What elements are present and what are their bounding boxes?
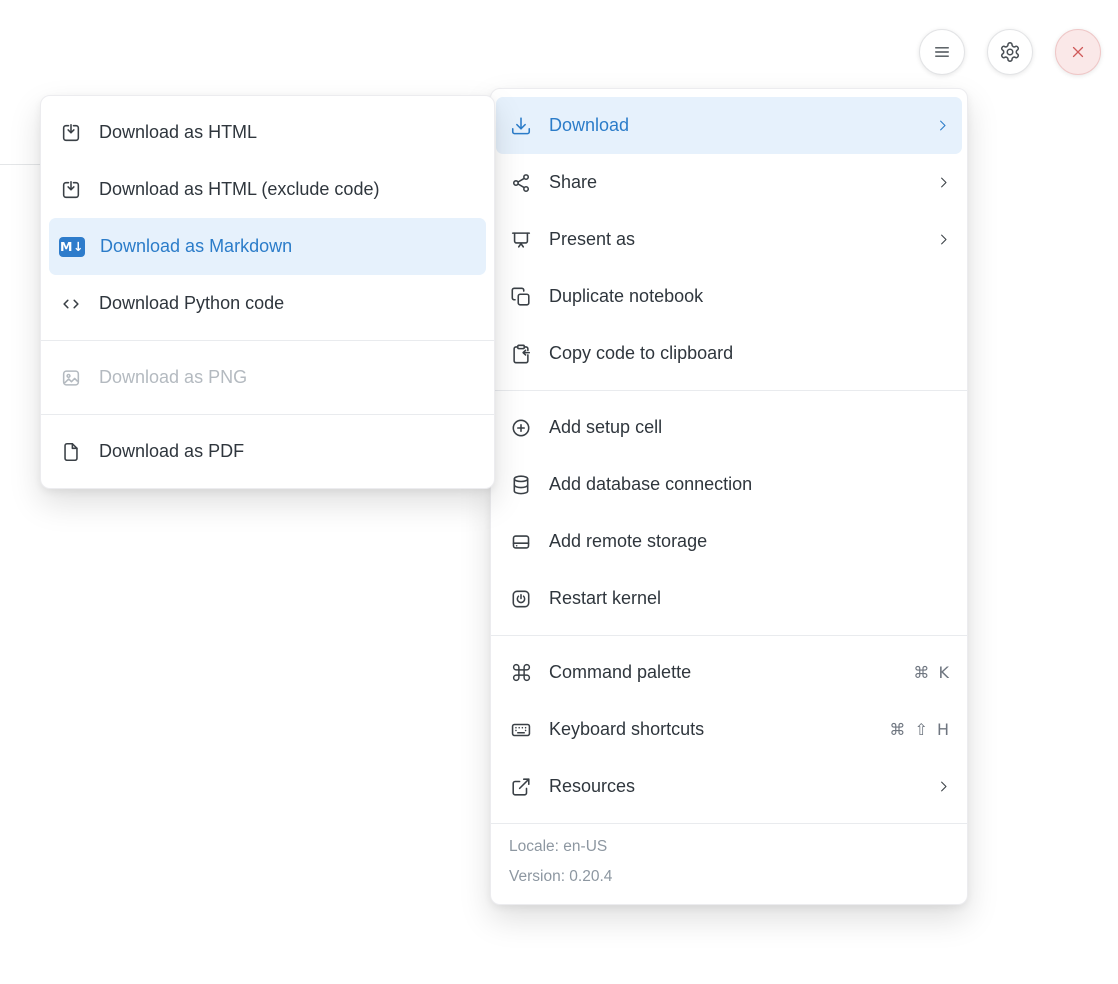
power-icon (508, 588, 534, 610)
page-divider (0, 164, 40, 165)
close-x-icon (1069, 43, 1087, 61)
menu-separator (491, 635, 967, 636)
shutdown-button[interactable] (1055, 29, 1101, 75)
menu-separator (41, 340, 494, 341)
box-download-icon (58, 179, 84, 201)
menu-footer: Locale: en-US Version: 0.20.4 (491, 824, 967, 904)
menu-item-label: Add remote storage (549, 531, 951, 552)
external-link-icon (508, 776, 534, 798)
image-icon (58, 367, 84, 389)
code-icon (58, 293, 84, 315)
gear-icon (999, 41, 1021, 63)
command-icon (508, 662, 534, 683)
submenu-item-download-as-png[interactable]: Download as PNG (41, 349, 494, 406)
markdown-badge: M↓ (59, 237, 85, 257)
chevron-right-icon (936, 232, 951, 247)
chevron-right-icon (935, 118, 950, 133)
chevron-right-icon (936, 779, 951, 794)
markdown-icon: M↓ (59, 237, 85, 257)
box-download-icon (58, 122, 84, 144)
menu-item-restart-kernel[interactable]: Restart kernel (491, 570, 967, 627)
menu-item-label: Resources (549, 776, 921, 797)
submenu-item-label: Download Python code (99, 293, 478, 314)
menu-item-label: Duplicate notebook (549, 286, 951, 307)
download-icon (508, 115, 534, 137)
menu-item-keyboard-shortcuts[interactable]: Keyboard shortcuts ⌘ ⇧ H (491, 701, 967, 758)
shortcut-hint: ⌘ K (913, 663, 951, 682)
submenu-item-label: Download as HTML (exclude code) (99, 179, 478, 200)
menu-item-label: Command palette (549, 662, 898, 683)
plus-circle-icon (508, 417, 534, 439)
duplicate-icon (508, 286, 534, 308)
submenu-item-label: Download as Markdown (100, 236, 476, 257)
menu-item-add-remote-storage[interactable]: Add remote storage (491, 513, 967, 570)
submenu-item-download-as-html-exclude-code[interactable]: Download as HTML (exclude code) (41, 161, 494, 218)
menu-item-present-as[interactable]: Present as (491, 211, 967, 268)
menu-item-label: Add setup cell (549, 417, 951, 438)
menu-item-label: Download (549, 115, 920, 136)
submenu-item-label: Download as PNG (99, 367, 478, 388)
settings-button[interactable] (987, 29, 1033, 75)
locale-text: Locale: en-US (509, 832, 949, 862)
chevron-right-icon (936, 175, 951, 190)
submenu-item-label: Download as HTML (99, 122, 478, 143)
menu-separator (491, 390, 967, 391)
share-icon (508, 172, 534, 194)
menu-item-duplicate-notebook[interactable]: Duplicate notebook (491, 268, 967, 325)
menu-item-add-database-connection[interactable]: Add database connection (491, 456, 967, 513)
version-text: Version: 0.20.4 (509, 862, 949, 892)
menu-item-label: Restart kernel (549, 588, 951, 609)
menu-item-command-palette[interactable]: Command palette ⌘ K (491, 644, 967, 701)
menu-item-label: Share (549, 172, 921, 193)
submenu-item-download-as-html[interactable]: Download as HTML (41, 104, 494, 161)
menu-item-share[interactable]: Share (491, 154, 967, 211)
submenu-item-download-python-code[interactable]: Download Python code (41, 275, 494, 332)
keyboard-icon (508, 719, 534, 741)
file-icon (58, 441, 84, 463)
menu-item-resources[interactable]: Resources (491, 758, 967, 815)
download-submenu: Download as HTML Download as HTML (exclu… (40, 95, 495, 489)
menu-item-add-setup-cell[interactable]: Add setup cell (491, 399, 967, 456)
submenu-item-download-as-pdf[interactable]: Download as PDF (41, 423, 494, 480)
menu-item-label: Add database connection (549, 474, 951, 495)
notebook-menu-button[interactable] (919, 29, 965, 75)
hard-drive-icon (508, 531, 534, 553)
presentation-icon (508, 229, 534, 251)
database-icon (508, 474, 534, 496)
menu-item-download[interactable]: Download (496, 97, 962, 154)
hamburger-menu-icon (932, 42, 952, 62)
notebook-actions-menu: Download Share Present as Duplicate note… (490, 88, 968, 905)
clipboard-copy-icon (508, 343, 534, 365)
menu-item-label: Copy code to clipboard (549, 343, 951, 364)
menu-item-copy-code[interactable]: Copy code to clipboard (491, 325, 967, 382)
menu-separator (41, 414, 494, 415)
submenu-item-label: Download as PDF (99, 441, 478, 462)
menu-item-label: Keyboard shortcuts (549, 719, 874, 740)
menu-item-label: Present as (549, 229, 921, 250)
submenu-item-download-as-markdown[interactable]: M↓ Download as Markdown (49, 218, 486, 275)
shortcut-hint: ⌘ ⇧ H (889, 720, 951, 739)
